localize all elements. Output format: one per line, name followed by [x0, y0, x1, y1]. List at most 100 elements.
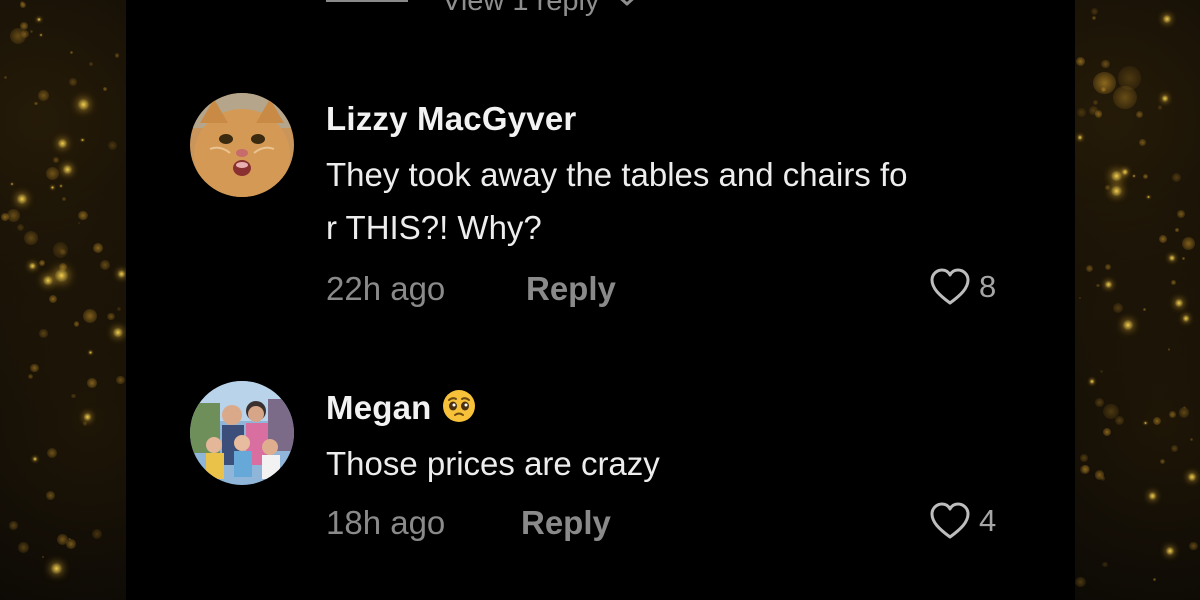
bokeh-light [1122, 319, 1134, 330]
bokeh-light [1168, 254, 1175, 261]
bokeh-light [17, 194, 27, 204]
bokeh-light [1181, 236, 1195, 251]
bokeh-light [1174, 298, 1184, 308]
cat-avatar[interactable] [190, 93, 294, 197]
bokeh-light [16, 224, 24, 231]
reply-button[interactable]: Reply [526, 270, 616, 308]
like-button[interactable]: 4 [929, 502, 996, 540]
comment-timestamp: 22h ago [326, 270, 446, 307]
bokeh-light [59, 249, 66, 256]
like-button[interactable]: 8 [929, 268, 996, 306]
bokeh-light [1104, 281, 1112, 289]
bokeh-light [74, 321, 80, 327]
bokeh-light [99, 260, 111, 271]
view-replies-button[interactable]: View 1 reply [326, 0, 641, 17]
comment-text-line: They took away the tables and chairs fo [326, 156, 908, 193]
bokeh-light [1157, 105, 1163, 110]
bokeh-light [27, 373, 33, 379]
bokeh-light [66, 539, 76, 549]
bokeh-light [1117, 66, 1141, 90]
comment-author[interactable]: Megan [326, 389, 476, 431]
bokeh-light [114, 53, 120, 58]
bokeh-light [1169, 410, 1176, 418]
bokeh-light [1159, 234, 1168, 243]
like-count: 4 [979, 503, 997, 538]
bokeh-light [82, 421, 88, 426]
bokeh-light [29, 263, 36, 270]
bokeh-light [39, 329, 48, 338]
comment-text-line: r THIS?! Why? [326, 209, 542, 246]
reply-button[interactable]: Reply [521, 504, 611, 542]
bokeh-light [1093, 71, 1116, 95]
bokeh-light [10, 182, 13, 185]
bokeh-light [51, 563, 62, 574]
family-photo-avatar[interactable] [190, 381, 294, 485]
bokeh-light [1103, 427, 1111, 436]
like-count: 8 [979, 269, 997, 304]
heart-icon [929, 502, 971, 540]
bokeh-light [1105, 264, 1111, 271]
bokeh-light [1165, 547, 1175, 556]
bokeh-light [1103, 403, 1119, 420]
bokeh-light [1122, 168, 1129, 175]
bokeh-light [1189, 437, 1194, 442]
bokeh-light [46, 490, 56, 500]
bokeh-light [1147, 195, 1150, 199]
bokeh-light [1135, 110, 1144, 119]
bokeh-light [1111, 185, 1122, 196]
bokeh-light [93, 243, 104, 254]
bokeh-light [34, 101, 39, 106]
bokeh-light [1090, 7, 1099, 16]
bokeh-light [1182, 315, 1190, 322]
bokeh-light [82, 308, 98, 324]
comment-author[interactable]: Lizzy MacGyver [326, 100, 576, 138]
bokeh-light [7, 208, 21, 222]
bokeh-light [1094, 110, 1102, 118]
bokeh-light [1099, 370, 1103, 374]
bokeh-light [1092, 15, 1097, 20]
bokeh-light [1095, 398, 1105, 408]
bokeh-light [1075, 56, 1086, 67]
bokeh-light [1113, 303, 1124, 313]
bokeh-light [40, 33, 43, 37]
bokeh-light [88, 61, 93, 66]
bokeh-light [1161, 95, 1169, 102]
bokeh-light [1143, 173, 1149, 179]
bokeh-light [69, 50, 74, 55]
bokeh-light [58, 138, 68, 148]
bokeh-light [1148, 492, 1157, 500]
bokeh-light [24, 230, 39, 245]
bokeh-light [1111, 170, 1122, 182]
bokeh-light [1175, 228, 1179, 232]
bokeh-light [117, 270, 125, 278]
bokeh-light [1143, 421, 1147, 425]
bokeh-light [1096, 283, 1101, 288]
bokeh-light [1177, 210, 1186, 218]
bokeh-light [1101, 59, 1110, 69]
bokeh-light [1170, 444, 1178, 452]
bokeh-light [116, 375, 125, 385]
bokeh-light [1105, 185, 1110, 191]
bokeh-light [32, 456, 38, 461]
bokeh-light [30, 30, 33, 34]
bokeh-light [9, 27, 27, 45]
view-replies-label: View 1 reply [442, 0, 600, 17]
bokeh-light [77, 99, 89, 111]
bokeh-light [9, 521, 18, 530]
bokeh-light [39, 260, 45, 267]
bokeh-light [3, 75, 7, 79]
bokeh-light [29, 363, 39, 373]
bokeh-light [81, 139, 84, 142]
bokeh-light [71, 393, 76, 398]
comment-timestamp: 18h ago [326, 504, 446, 541]
bokeh-light [19, 22, 28, 31]
bokeh-light [38, 90, 49, 102]
bokeh-light [1075, 576, 1086, 588]
bokeh-light [1132, 174, 1135, 177]
bokeh-light [78, 221, 81, 224]
bokeh-light [46, 447, 57, 458]
bokeh-light [46, 166, 60, 181]
reply-thread-line [326, 0, 408, 2]
bokeh-light [55, 269, 68, 283]
bokeh-light [1182, 405, 1186, 409]
